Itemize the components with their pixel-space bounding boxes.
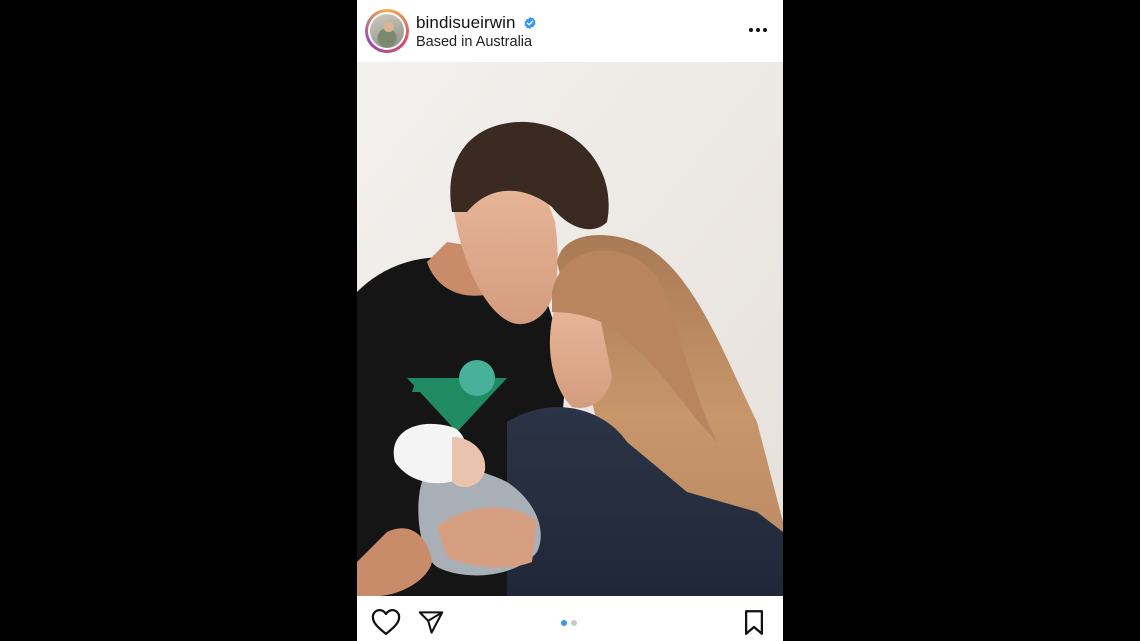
send-icon[interactable] (417, 609, 445, 636)
verified-badge-icon (524, 16, 536, 30)
more-dot (763, 28, 767, 32)
more-dot (756, 28, 760, 32)
carousel-dot (571, 620, 577, 626)
instagram-post: bindisueirwin Based in Australia (357, 0, 783, 641)
photo-illustration (357, 62, 783, 596)
avatar-ring-gap (368, 12, 406, 50)
post-photo[interactable] (357, 62, 783, 596)
profile-avatar[interactable] (365, 9, 409, 53)
bookmark-icon[interactable] (742, 609, 766, 636)
username-link[interactable]: bindisueirwin (416, 13, 516, 33)
carousel-indicator (561, 620, 577, 626)
post-header: bindisueirwin Based in Australia (357, 0, 783, 63)
more-options-icon[interactable] (745, 20, 771, 40)
carousel-dot-active (561, 620, 567, 626)
avatar-image (370, 14, 404, 48)
location-link[interactable]: Based in Australia (416, 34, 532, 50)
post-action-bar (357, 596, 783, 641)
more-dot (749, 28, 753, 32)
heart-icon[interactable] (371, 608, 401, 636)
